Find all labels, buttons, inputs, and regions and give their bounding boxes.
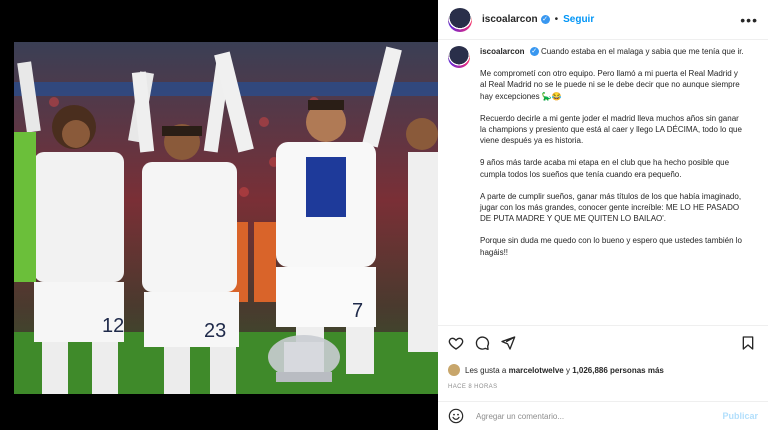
media-area: 12 23 7 xyxy=(0,0,438,430)
more-options-icon[interactable]: ••• xyxy=(740,12,758,28)
action-bar xyxy=(438,325,768,366)
comment-input[interactable] xyxy=(474,410,678,422)
jersey-number-7: 7 xyxy=(352,300,363,322)
caption-avatar[interactable] xyxy=(448,46,470,68)
liker-avatar[interactable] xyxy=(448,364,460,376)
caption-paragraph: 9 años más tarde acaba mi etapa en el cl… xyxy=(480,158,730,179)
comment-icon[interactable] xyxy=(474,335,490,351)
caption-username[interactable]: iscoalarcon xyxy=(480,47,524,56)
instagram-post-view: 12 23 7 iscoalarcon ✓ • Seguir ••• iscoa… xyxy=(0,0,768,430)
celebration-image: 12 23 7 xyxy=(14,42,438,394)
comment-box: Publicar xyxy=(438,401,768,430)
caption-text: iscoalarcon ✓ Cuando estaba en el malaga… xyxy=(480,46,746,269)
post-panel: iscoalarcon ✓ • Seguir ••• iscoalarcon ✓… xyxy=(438,0,768,430)
jersey-number-23: 23 xyxy=(204,320,226,342)
likes-summary: Les gusta a marcelotwelve y 1,026,886 pe… xyxy=(448,364,664,376)
likes-count[interactable]: 1,026,886 personas más xyxy=(572,366,664,375)
separator-dot: • xyxy=(554,14,559,25)
caption-paragraph: iscoalarcon ✓ Cuando estaba en el malaga… xyxy=(480,47,744,57)
jersey-number-12: 12 xyxy=(102,315,124,337)
username-link[interactable]: iscoalarcon xyxy=(482,14,538,25)
post-photo[interactable]: 12 23 7 xyxy=(14,42,438,394)
post-timestamp[interactable]: HACE 8 HORAS xyxy=(448,384,497,390)
liker-username[interactable]: marcelotwelve xyxy=(509,366,564,375)
bookmark-icon[interactable] xyxy=(740,335,756,351)
caption-paragraph: A parte de cumplir sueños, ganar más tít… xyxy=(480,191,742,224)
avatar[interactable] xyxy=(448,7,472,32)
caption-paragraph: Recuerdo decirle a mi gente joder el mad… xyxy=(480,113,742,146)
post-header: iscoalarcon ✓ • Seguir ••• xyxy=(438,0,768,40)
publish-button[interactable]: Publicar xyxy=(722,411,758,421)
caption-paragraph: Porque sin duda me quedo con lo bueno y … xyxy=(480,236,742,257)
caption-section: iscoalarcon ✓ Cuando estaba en el malaga… xyxy=(448,46,758,318)
share-icon[interactable] xyxy=(500,335,516,351)
caption-paragraph: Me comprometí con otro equipo. Pero llam… xyxy=(480,69,740,101)
verified-badge-icon: ✓ xyxy=(540,15,550,24)
verified-badge-icon: ✓ xyxy=(529,47,539,57)
heart-icon[interactable] xyxy=(448,335,464,351)
follow-button[interactable]: Seguir xyxy=(563,14,594,25)
smile-icon[interactable] xyxy=(448,408,464,424)
